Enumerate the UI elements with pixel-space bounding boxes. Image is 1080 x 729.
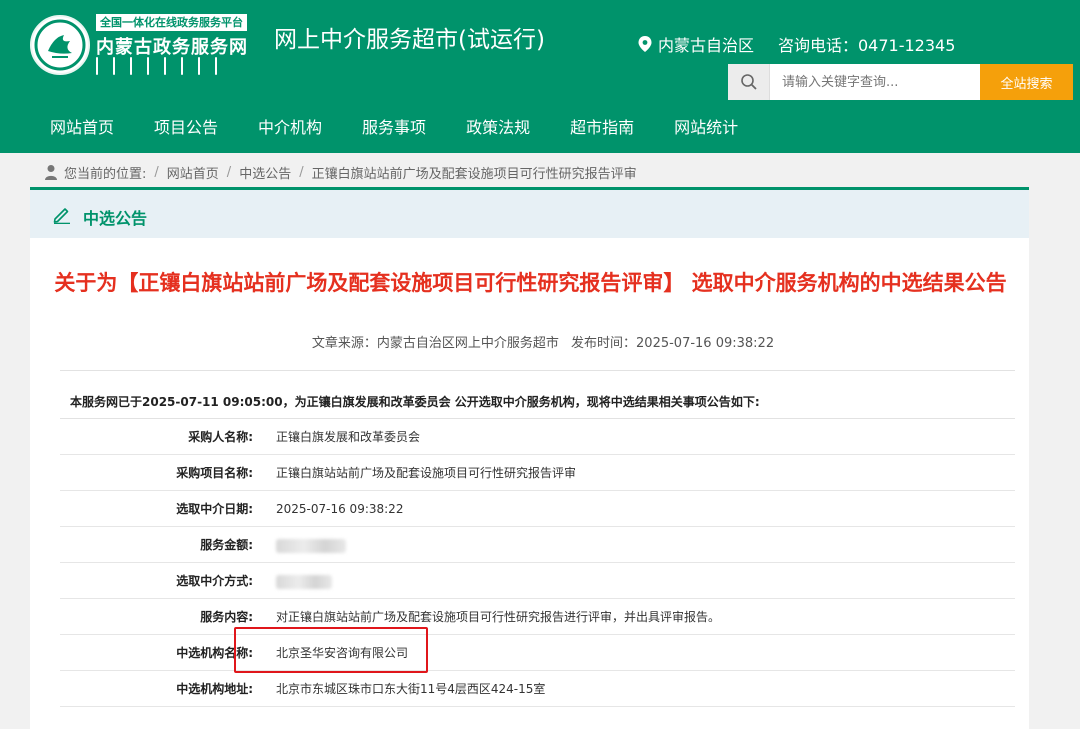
nav-guide[interactable]: 超市指南 bbox=[550, 106, 654, 150]
article-title: 关于为【正镶白旗站站前广场及配套设施项目可行性研究报告评审】 选取中介服务机构的… bbox=[54, 271, 1007, 295]
row-value: 正镶白旗站站前广场及配套设施项目可行性研究报告评审 bbox=[276, 466, 577, 480]
location-selector[interactable]: 内蒙古自治区 bbox=[638, 32, 754, 56]
nav-agencies[interactable]: 中介机构 bbox=[238, 106, 342, 150]
row-label: 服务金额: bbox=[200, 538, 253, 552]
row-value-redacted bbox=[276, 527, 346, 563]
row-value: 2025-07-16 09:38:22 bbox=[276, 502, 404, 516]
breadcrumb-separator: / bbox=[154, 164, 159, 180]
nav-project-notices[interactable]: 项目公告 bbox=[134, 106, 238, 150]
article-panel: 中选公告 关于为【正镶白旗站站前广场及配套设施项目可行性研究报告评审】 选取中介… bbox=[30, 187, 1029, 729]
section-title: 中选公告 bbox=[83, 209, 148, 228]
site-search-button[interactable]: 全站搜索 bbox=[980, 64, 1073, 100]
main-nav: 网站首页 项目公告 中介机构 服务事项 政策法规 超市指南 网站统计 bbox=[30, 106, 758, 150]
detail-row-selection-date: 选取中介日期: 2025-07-16 09:38:22 bbox=[60, 491, 1015, 527]
detail-row-purchaser: 采购人名称: 正镶白旗发展和改革委员会 bbox=[60, 419, 1015, 455]
row-label: 采购项目名称: bbox=[176, 466, 253, 480]
detail-row-project-name: 采购项目名称: 正镶白旗站站前广场及配套设施项目可行性研究报告评审 bbox=[60, 455, 1015, 491]
row-label: 采购人名称: bbox=[188, 430, 253, 444]
row-value: 北京市东城区珠市口东大街11号4层西区424-15室 bbox=[276, 682, 546, 696]
search-icon bbox=[728, 64, 770, 100]
redacted-value bbox=[276, 538, 346, 553]
detail-row-service-content: 服务内容: 对正镶白旗站站前广场及配套设施项目可行性研究报告进行评审，并出具评审… bbox=[60, 599, 1015, 635]
nav-home[interactable]: 网站首页 bbox=[30, 106, 134, 150]
logo-tagline: 全国一体化在线政务服务平台 bbox=[96, 14, 247, 31]
breadcrumb-home[interactable]: 网站首页 bbox=[167, 163, 219, 182]
article-meta: 文章来源：内蒙古自治区网上中介服务超市 发布时间：2025-07-16 09:3… bbox=[30, 332, 1029, 351]
search-input[interactable] bbox=[770, 64, 980, 100]
highlight-box bbox=[234, 627, 428, 673]
search-bar: 全站搜索 bbox=[728, 64, 1073, 100]
article-publish-time: 发布时间：2025-07-16 09:38:22 bbox=[571, 336, 775, 351]
breadcrumb-notices[interactable]: 中选公告 bbox=[239, 163, 291, 182]
location-label: 内蒙古自治区 bbox=[658, 36, 755, 55]
emblem-icon bbox=[30, 15, 90, 75]
breadcrumb-prefix: 您当前的位置: bbox=[64, 166, 147, 182]
nav-statistics[interactable]: 网站统计 bbox=[654, 106, 758, 150]
user-icon bbox=[45, 165, 57, 180]
hotline: 咨询电话：0471-12345 bbox=[778, 36, 956, 55]
row-value-redacted bbox=[276, 563, 332, 599]
detail-row-service-amount: 服务金额: bbox=[60, 527, 1015, 563]
detail-row-selection-method: 选取中介方式: bbox=[60, 563, 1015, 599]
detail-row-winning-agency: 中选机构名称: 北京圣华安咨询有限公司 bbox=[60, 635, 1015, 671]
breadcrumb: 您当前的位置: / 网站首页 / 中选公告 / 正镶白旗站站前广场及配套设施项目… bbox=[44, 161, 637, 183]
location-pin-icon bbox=[638, 36, 652, 52]
row-label: 中选机构地址: bbox=[176, 682, 253, 696]
row-label: 选取中介方式: bbox=[176, 574, 253, 588]
breadcrumb-separator: / bbox=[299, 164, 304, 180]
logo-name: 内蒙古政务服务网 bbox=[96, 37, 248, 58]
row-label: 服务内容: bbox=[200, 610, 253, 624]
section-header: 中选公告 bbox=[30, 187, 1029, 238]
row-value: 正镶白旗发展和改革委员会 bbox=[276, 430, 421, 444]
article-source: 文章来源：内蒙古自治区网上中介服务超市 bbox=[311, 336, 559, 351]
site-title: 网上中介服务超市(试运行) bbox=[274, 27, 545, 53]
breadcrumb-separator: / bbox=[226, 164, 232, 180]
mongolian-script-logo bbox=[96, 57, 246, 79]
detail-row-agency-address: 中选机构地址: 北京市东城区珠市口东大街11号4层西区424-15室 bbox=[60, 671, 1015, 707]
notice-intro: 本服务网已于2025-07-11 09:05:00，为正镶白旗发展和改革委员会 … bbox=[70, 395, 760, 409]
site-logo[interactable]: 全国一体化在线政务服务平台 内蒙古政务服务网 bbox=[30, 13, 250, 83]
edit-icon bbox=[53, 208, 70, 224]
nav-policies[interactable]: 政策法规 bbox=[446, 106, 550, 150]
row-label: 中选机构名称: bbox=[176, 646, 253, 660]
site-header: 全国一体化在线政务服务平台 内蒙古政务服务网 网上中介服务超市(试运行) 内蒙古… bbox=[0, 0, 1080, 153]
divider bbox=[60, 370, 1015, 371]
breadcrumb-current: 正镶白旗站站前广场及配套设施项目可行性研究报告评审 bbox=[311, 166, 637, 182]
row-label: 选取中介日期: bbox=[176, 502, 253, 516]
nav-service-items[interactable]: 服务事项 bbox=[342, 106, 446, 150]
redacted-value bbox=[276, 574, 332, 589]
